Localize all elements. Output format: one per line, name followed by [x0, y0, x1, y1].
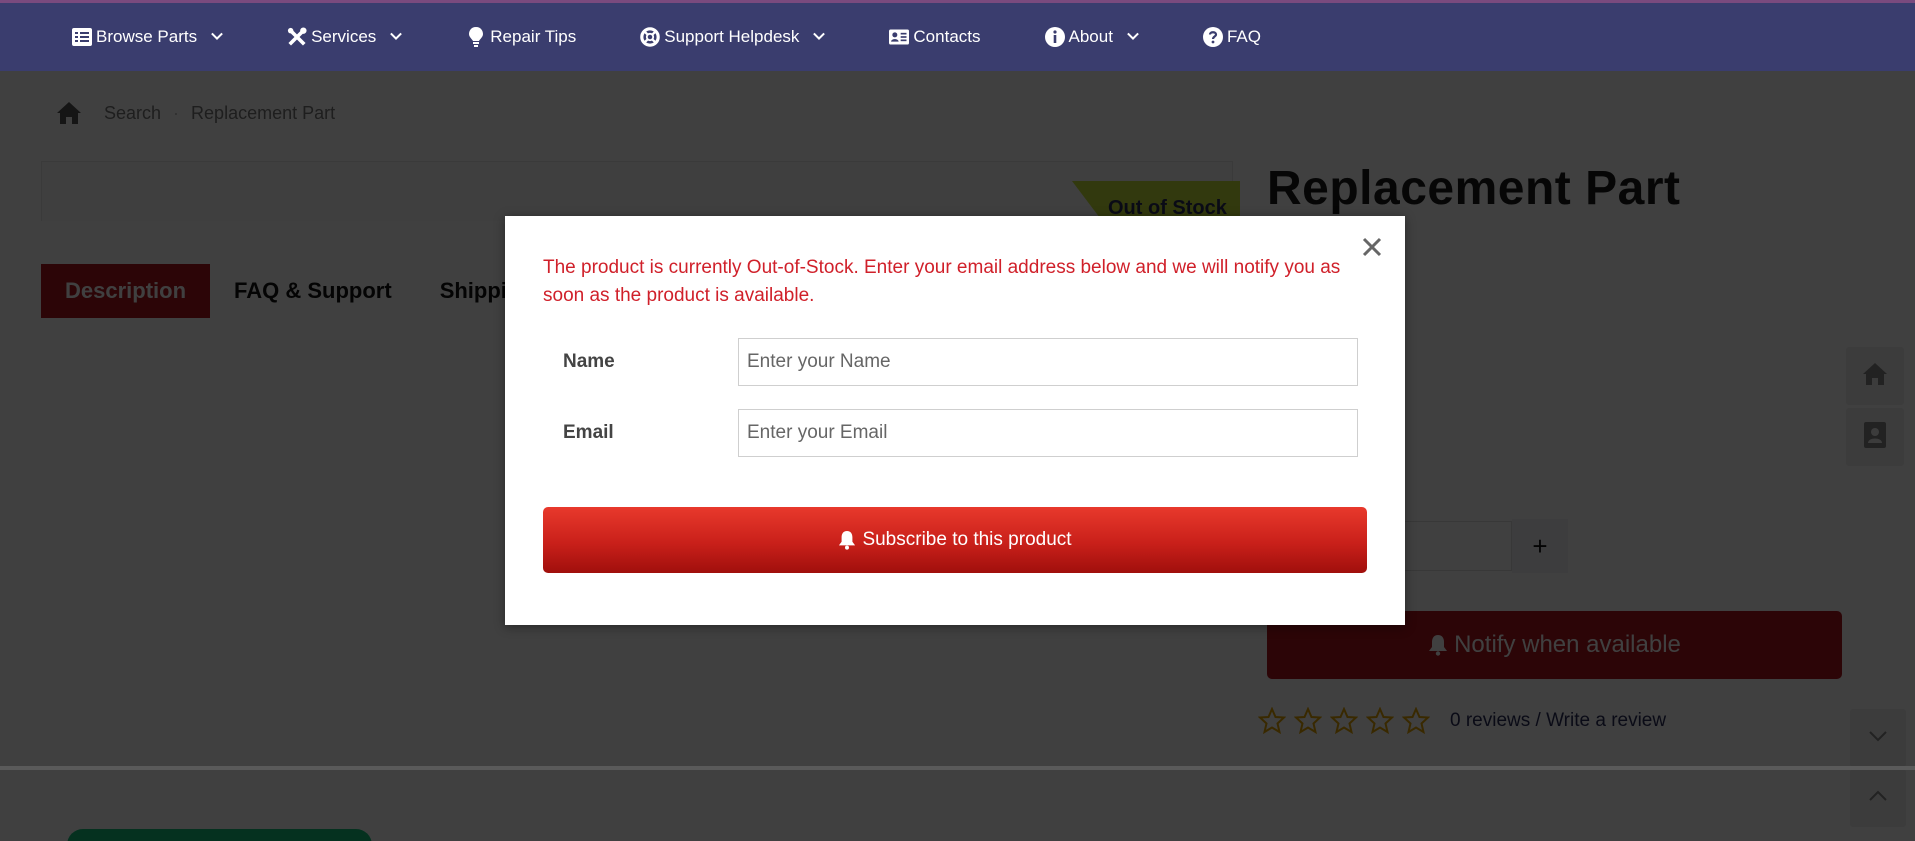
- bell-icon: [838, 530, 856, 550]
- nav-item-about[interactable]: About: [1044, 27, 1139, 47]
- chevron-down-icon: [390, 31, 403, 43]
- name-label: Name: [563, 351, 615, 372]
- subscribe-button[interactable]: Subscribe to this product: [543, 507, 1367, 573]
- nav-item-faq[interactable]: FAQ: [1202, 27, 1261, 47]
- nav-item-services[interactable]: Services: [287, 27, 403, 47]
- out-of-stock-subscribe-modal: The product is currently Out-of-Stock. E…: [505, 216, 1405, 625]
- nav-label: Browse Parts: [96, 27, 198, 46]
- email-row: Email: [543, 409, 1367, 457]
- tools-icon: [287, 27, 307, 47]
- name-input[interactable]: [738, 338, 1358, 386]
- info-circle-icon: [1044, 27, 1065, 47]
- nav-menu: Browse Parts Services Repair Tips Suppor…: [72, 3, 1261, 71]
- chevron-down-icon: [813, 31, 826, 43]
- nav-item-browse-parts[interactable]: Browse Parts: [72, 27, 223, 47]
- out-of-stock-message: The product is currently Out-of-Stock. E…: [543, 257, 1341, 306]
- email-input[interactable]: [738, 409, 1358, 457]
- subscribe-label: Subscribe to this product: [862, 529, 1072, 550]
- nav-item-contacts[interactable]: Contacts: [889, 27, 981, 47]
- top-navbar: Browse Parts Services Repair Tips Suppor…: [0, 0, 1915, 71]
- nav-item-support-helpdesk[interactable]: Support Helpdesk: [640, 27, 826, 47]
- nav-label: FAQ: [1226, 27, 1261, 46]
- horizontal-scrollbar[interactable]: [0, 766, 1915, 770]
- chevron-down-icon: [1127, 31, 1139, 43]
- nav-label: Services: [311, 27, 377, 46]
- lightbulb-icon: [466, 27, 486, 47]
- list-icon: [72, 27, 92, 47]
- nav-label: Contacts: [913, 27, 981, 46]
- email-label: Email: [563, 422, 614, 443]
- question-circle-icon: [1202, 27, 1223, 47]
- nav-label: About: [1068, 27, 1113, 46]
- address-card-icon: [889, 27, 910, 47]
- nav-item-repair-tips[interactable]: Repair Tips: [466, 27, 576, 47]
- chevron-down-icon: [211, 31, 223, 43]
- name-row: Name: [543, 338, 1367, 386]
- nav-label: Repair Tips: [490, 27, 577, 46]
- nav-label: Support Helpdesk: [664, 27, 800, 46]
- life-ring-icon: [640, 27, 661, 47]
